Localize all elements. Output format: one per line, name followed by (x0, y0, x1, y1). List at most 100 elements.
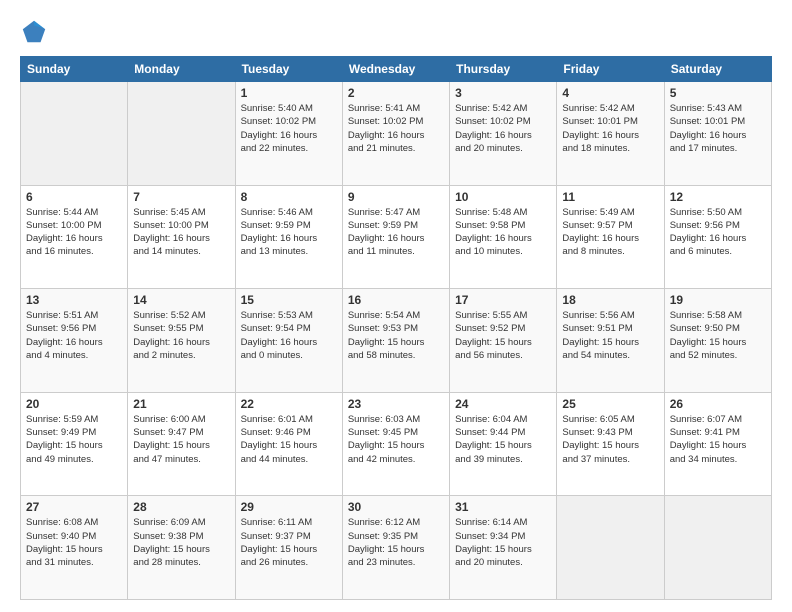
calendar-cell: 9Sunrise: 5:47 AM Sunset: 9:59 PM Daylig… (342, 185, 449, 289)
day-number: 31 (455, 500, 551, 514)
day-number: 25 (562, 397, 658, 411)
day-number: 5 (670, 86, 766, 100)
day-info: Sunrise: 5:55 AM Sunset: 9:52 PM Dayligh… (455, 309, 551, 362)
day-info: Sunrise: 6:00 AM Sunset: 9:47 PM Dayligh… (133, 413, 229, 466)
day-number: 6 (26, 190, 122, 204)
calendar-cell: 6 Sunrise: 5:44 AM Sunset: 10:00 PM Dayli… (21, 185, 128, 289)
day-info: Sunrise: 6:05 AM Sunset: 9:43 PM Dayligh… (562, 413, 658, 466)
calendar-cell (21, 82, 128, 186)
calendar-cell (557, 496, 664, 600)
day-number: 27 (26, 500, 122, 514)
calendar-cell: 14Sunrise: 5:52 AM Sunset: 9:55 PM Dayli… (128, 289, 235, 393)
logo (20, 18, 52, 46)
day-number: 13 (26, 293, 122, 307)
calendar-cell: 11 Sunrise: 5:49 AM Sunset: 9:57 PM Dayli… (557, 185, 664, 289)
day-info: Sunrise: 5:46 AM Sunset: 9:59 PM Dayligh… (241, 206, 337, 259)
day-number: 4 (562, 86, 658, 100)
day-number: 30 (348, 500, 444, 514)
day-number: 3 (455, 86, 551, 100)
day-info: Sunrise: 5:50 AM Sunset: 9:56 PM Dayligh… (670, 206, 766, 259)
day-number: 19 (670, 293, 766, 307)
day-number: 21 (133, 397, 229, 411)
calendar: SundayMondayTuesdayWednesdayThursdayFrid… (20, 56, 772, 600)
calendar-cell: 13Sunrise: 5:51 AM Sunset: 9:56 PM Dayli… (21, 289, 128, 393)
day-number: 2 (348, 86, 444, 100)
day-number: 28 (133, 500, 229, 514)
calendar-cell: 17 Sunrise: 5:55 AM Sunset: 9:52 PM Dayli… (450, 289, 557, 393)
day-number: 1 (241, 86, 337, 100)
day-number: 22 (241, 397, 337, 411)
calendar-cell: 16 Sunrise: 5:54 AM Sunset: 9:53 PM Dayli… (342, 289, 449, 393)
header (20, 18, 772, 46)
calendar-cell: 4 Sunrise: 5:42 AM Sunset: 10:01 PM Dayli… (557, 82, 664, 186)
day-info: Sunrise: 5:58 AM Sunset: 9:50 PM Dayligh… (670, 309, 766, 362)
day-number: 11 (562, 190, 658, 204)
day-info: Sunrise: 6:11 AM Sunset: 9:37 PM Dayligh… (241, 516, 337, 569)
week-row-3: 20 Sunrise: 5:59 AM Sunset: 9:49 PM Dayli… (21, 392, 772, 496)
calendar-cell: 19 Sunrise: 5:58 AM Sunset: 9:50 PM Dayli… (664, 289, 771, 393)
day-info: Sunrise: 5:47 AM Sunset: 9:59 PM Dayligh… (348, 206, 444, 259)
weekday-header-saturday: Saturday (664, 57, 771, 82)
week-row-2: 13Sunrise: 5:51 AM Sunset: 9:56 PM Dayli… (21, 289, 772, 393)
day-number: 20 (26, 397, 122, 411)
calendar-cell: 21 Sunrise: 6:00 AM Sunset: 9:47 PM Dayli… (128, 392, 235, 496)
calendar-cell: 2 Sunrise: 5:41 AM Sunset: 10:02 PM Dayli… (342, 82, 449, 186)
day-number: 15 (241, 293, 337, 307)
calendar-cell: 18 Sunrise: 5:56 AM Sunset: 9:51 PM Dayli… (557, 289, 664, 393)
day-info: Sunrise: 6:01 AM Sunset: 9:46 PM Dayligh… (241, 413, 337, 466)
calendar-cell: 23 Sunrise: 6:03 AM Sunset: 9:45 PM Dayli… (342, 392, 449, 496)
calendar-cell: 29 Sunrise: 6:11 AM Sunset: 9:37 PM Dayli… (235, 496, 342, 600)
day-info: Sunrise: 5:48 AM Sunset: 9:58 PM Dayligh… (455, 206, 551, 259)
week-row-1: 6 Sunrise: 5:44 AM Sunset: 10:00 PM Dayli… (21, 185, 772, 289)
day-number: 7 (133, 190, 229, 204)
day-info: Sunrise: 6:14 AM Sunset: 9:34 PM Dayligh… (455, 516, 551, 569)
calendar-cell: 28 Sunrise: 6:09 AM Sunset: 9:38 PM Dayli… (128, 496, 235, 600)
calendar-cell (128, 82, 235, 186)
day-info: Sunrise: 5:44 AM Sunset: 10:00 PM Daylig… (26, 206, 122, 259)
day-info: Sunrise: 5:45 AM Sunset: 10:00 PM Daylig… (133, 206, 229, 259)
calendar-cell: 26Sunrise: 6:07 AM Sunset: 9:41 PM Dayli… (664, 392, 771, 496)
day-info: Sunrise: 5:59 AM Sunset: 9:49 PM Dayligh… (26, 413, 122, 466)
weekday-header-sunday: Sunday (21, 57, 128, 82)
weekday-header-wednesday: Wednesday (342, 57, 449, 82)
day-info: Sunrise: 6:09 AM Sunset: 9:38 PM Dayligh… (133, 516, 229, 569)
day-number: 24 (455, 397, 551, 411)
weekday-header-row: SundayMondayTuesdayWednesdayThursdayFrid… (21, 57, 772, 82)
calendar-cell: 22 Sunrise: 6:01 AM Sunset: 9:46 PM Dayli… (235, 392, 342, 496)
calendar-cell: 25 Sunrise: 6:05 AM Sunset: 9:43 PM Dayli… (557, 392, 664, 496)
day-number: 10 (455, 190, 551, 204)
day-info: Sunrise: 5:41 AM Sunset: 10:02 PM Daylig… (348, 102, 444, 155)
day-number: 23 (348, 397, 444, 411)
calendar-cell: 8 Sunrise: 5:46 AM Sunset: 9:59 PM Daylig… (235, 185, 342, 289)
day-info: Sunrise: 6:04 AM Sunset: 9:44 PM Dayligh… (455, 413, 551, 466)
logo-icon (20, 18, 48, 46)
calendar-cell: 15Sunrise: 5:53 AM Sunset: 9:54 PM Dayli… (235, 289, 342, 393)
day-number: 18 (562, 293, 658, 307)
day-number: 12 (670, 190, 766, 204)
calendar-cell: 30Sunrise: 6:12 AM Sunset: 9:35 PM Dayli… (342, 496, 449, 600)
calendar-cell: 31 Sunrise: 6:14 AM Sunset: 9:34 PM Dayli… (450, 496, 557, 600)
day-info: Sunrise: 5:54 AM Sunset: 9:53 PM Dayligh… (348, 309, 444, 362)
weekday-header-monday: Monday (128, 57, 235, 82)
day-number: 16 (348, 293, 444, 307)
day-info: Sunrise: 5:42 AM Sunset: 10:02 PM Daylig… (455, 102, 551, 155)
calendar-cell (664, 496, 771, 600)
calendar-cell: 24 Sunrise: 6:04 AM Sunset: 9:44 PM Dayli… (450, 392, 557, 496)
calendar-cell: 3 Sunrise: 5:42 AM Sunset: 10:02 PM Dayli… (450, 82, 557, 186)
calendar-cell: 27 Sunrise: 6:08 AM Sunset: 9:40 PM Dayli… (21, 496, 128, 600)
day-info: Sunrise: 6:03 AM Sunset: 9:45 PM Dayligh… (348, 413, 444, 466)
day-number: 8 (241, 190, 337, 204)
calendar-cell: 7 Sunrise: 5:45 AM Sunset: 10:00 PM Dayli… (128, 185, 235, 289)
calendar-cell: 10 Sunrise: 5:48 AM Sunset: 9:58 PM Dayli… (450, 185, 557, 289)
day-info: Sunrise: 5:56 AM Sunset: 9:51 PM Dayligh… (562, 309, 658, 362)
day-info: Sunrise: 6:08 AM Sunset: 9:40 PM Dayligh… (26, 516, 122, 569)
day-number: 29 (241, 500, 337, 514)
day-info: Sunrise: 5:49 AM Sunset: 9:57 PM Dayligh… (562, 206, 658, 259)
day-number: 14 (133, 293, 229, 307)
weekday-header-tuesday: Tuesday (235, 57, 342, 82)
calendar-cell: 1 Sunrise: 5:40 AM Sunset: 10:02 PM Dayli… (235, 82, 342, 186)
weekday-header-friday: Friday (557, 57, 664, 82)
day-info: Sunrise: 5:42 AM Sunset: 10:01 PM Daylig… (562, 102, 658, 155)
day-number: 17 (455, 293, 551, 307)
day-info: Sunrise: 5:40 AM Sunset: 10:02 PM Daylig… (241, 102, 337, 155)
